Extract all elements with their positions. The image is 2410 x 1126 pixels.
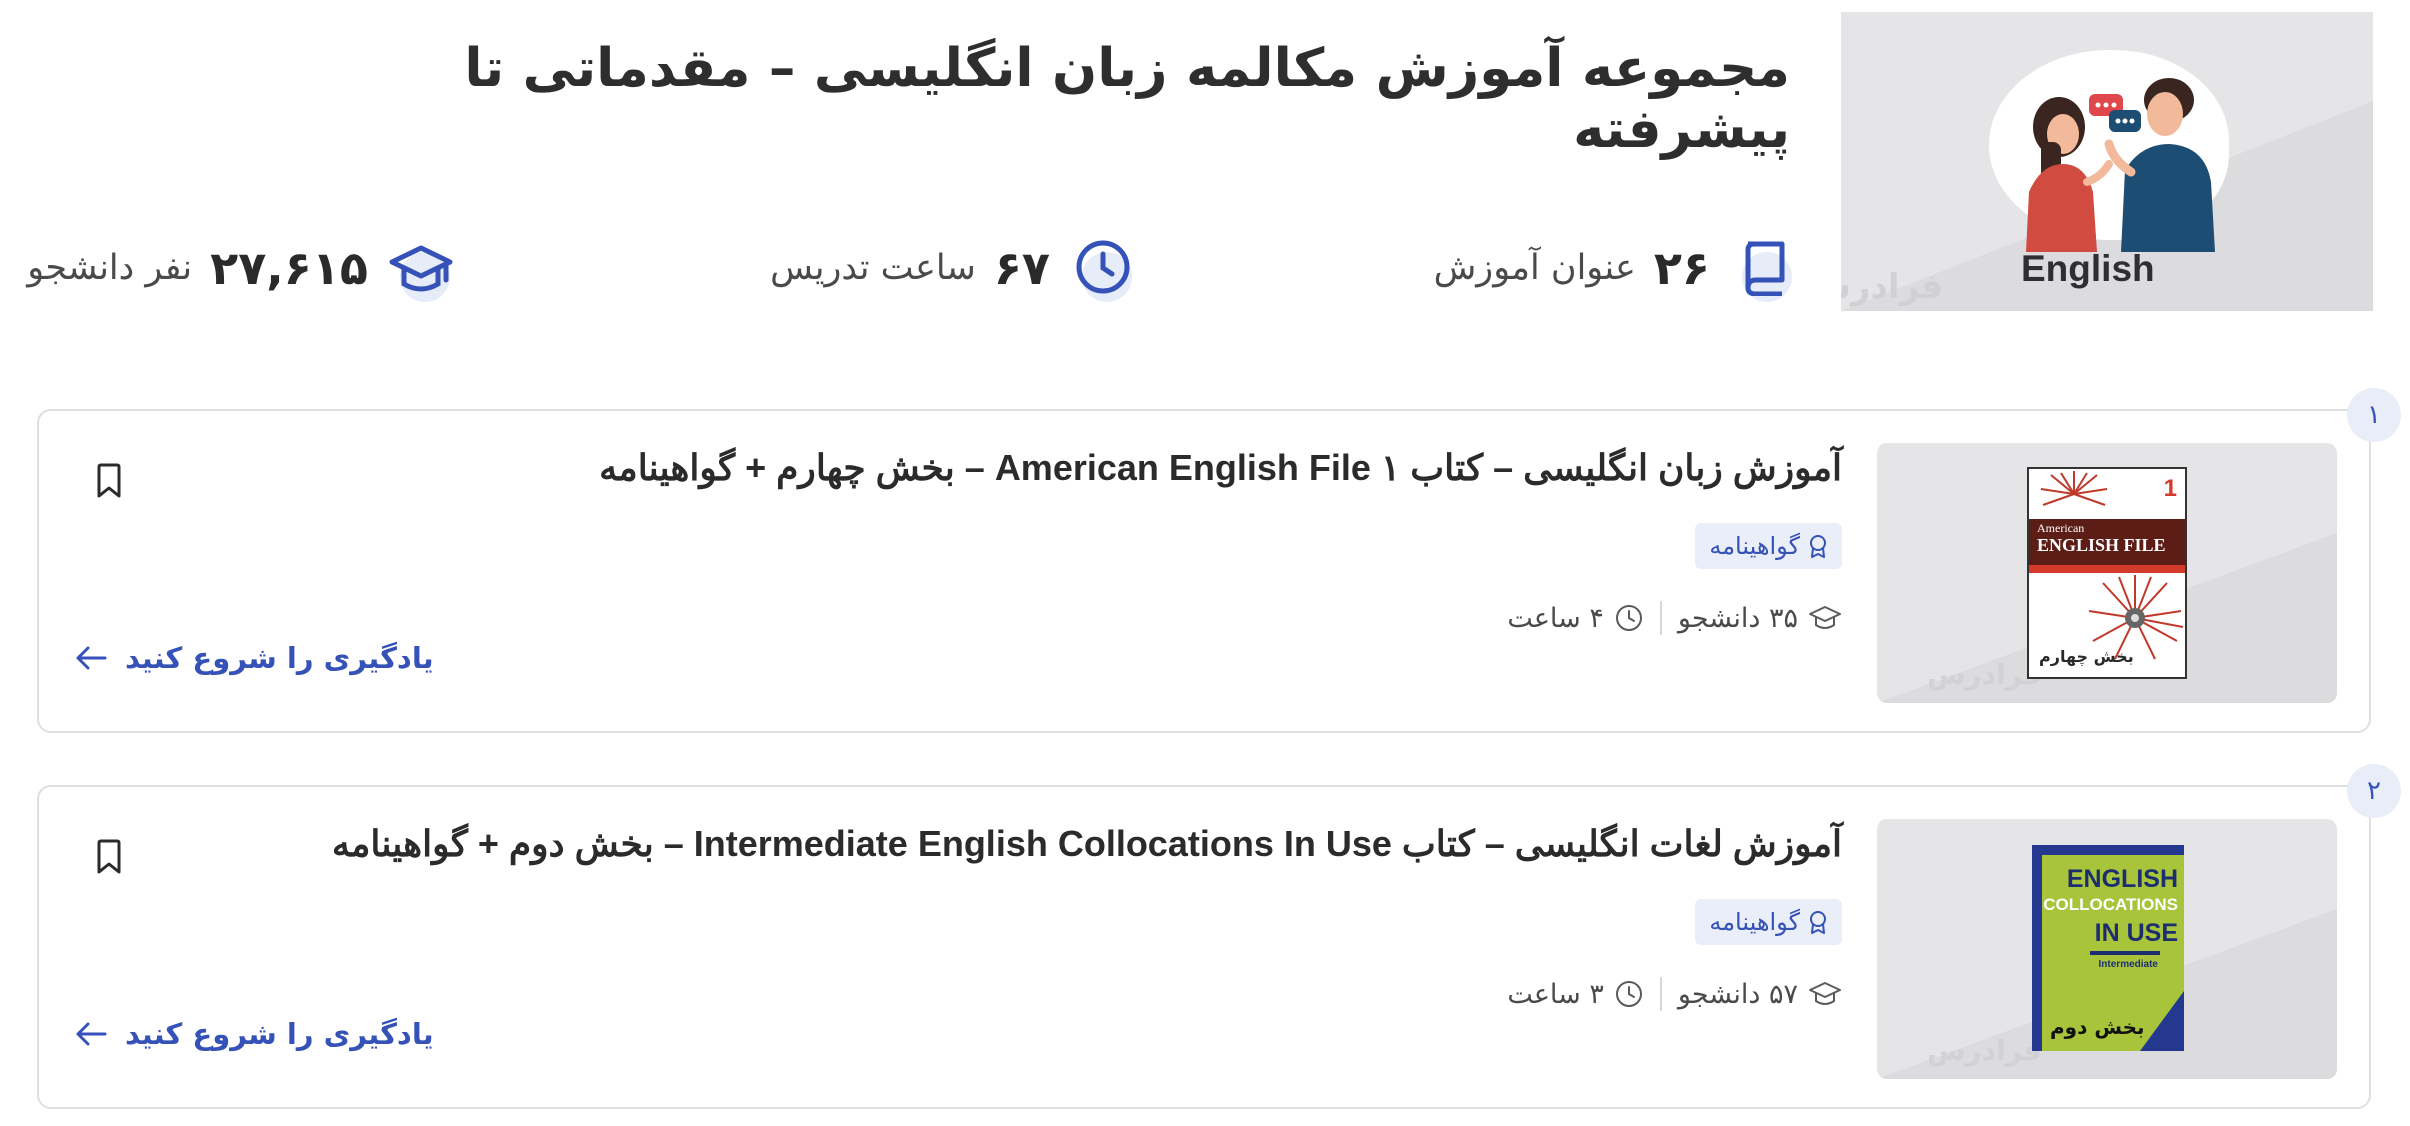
book-cover-collocations-in-use: ENGLISH COLLOCATIONS IN USE Intermediate… [2032,845,2184,1051]
start-learning-link[interactable]: یادگیری را شروع کنید [75,641,434,675]
student-count: ۳۵ دانشجو [1677,602,1798,634]
course-card[interactable]: فرادرس 1 American ENGLISH FILE بخش چهارم… [37,409,2371,733]
start-learning-label: یادگیری را شروع کنید [125,641,434,675]
conversation-illustration [2026,78,2215,252]
certificate-icon [1810,535,1826,558]
student-count: ۵۷ دانشجو [1677,978,1798,1010]
bookmark-icon[interactable] [95,463,123,503]
course-meta: ۳۵ دانشجو ۴ ساعت [1507,593,1842,643]
course-duration: ۴ ساعت [1507,602,1604,634]
stat-hours-label: ساعت تدریس [770,248,976,288]
hero-english-label: English [2021,248,2155,289]
book-part-label: بخش چهارم [2039,647,2134,666]
book-line1: ENGLISH [2066,865,2178,893]
certificate-label: گواهینامه [1709,908,1800,936]
bookmark-icon[interactable] [95,839,123,879]
arrow-left-icon [76,646,107,670]
duration-clock-icon [1615,605,1642,631]
certificate-icon [1810,911,1826,934]
book-line3: IN USE [2094,919,2178,947]
stat-students-label: نفر دانشجو [27,248,193,288]
duration-clock-icon [1615,981,1642,1007]
thumbnail-watermark: فرادرس [1927,658,2042,691]
collection-hero-image: فرادرس English [1841,12,2373,311]
course-thumbnail[interactable]: فرادرس 1 American ENGLISH FILE بخش چهارم [1877,443,2337,703]
course-card[interactable]: فرادرس ENGLISH COLLOCATIONS IN USE Inter… [37,785,2371,1109]
stat-students: ۲۷,۶۱۵ نفر دانشجو [27,228,458,308]
student-cap-icon [1809,606,1841,629]
course-title[interactable]: آموزش زبان انگلیسی – کتاب American Engli… [142,447,1842,489]
graduation-cap-icon [386,232,458,304]
book-cover-american-english-file: 1 American ENGLISH FILE بخش چهارم [2027,467,2187,679]
course-thumbnail[interactable]: فرادرس ENGLISH COLLOCATIONS IN USE Inter… [1877,819,2337,1079]
book-part-label: بخش دوم [2050,1015,2145,1039]
book-line2: COLLOCATIONS [2043,895,2178,914]
stat-courses-label: عنوان آموزش [1433,248,1636,288]
stat-hours: ۶۷ ساعت تدریس [770,228,1140,308]
start-learning-link[interactable]: یادگیری را شروع کنید [75,1017,434,1051]
arrow-left-icon [76,1022,107,1046]
thumbnail-watermark: فرادرس [1927,1034,2042,1067]
course-title[interactable]: آموزش لغات انگلیسی – کتاب Intermediate E… [142,823,1842,865]
clock-icon [1068,232,1140,304]
course-index-badge: ۱ [2347,388,2401,442]
course-meta: ۵۷ دانشجو ۳ ساعت [1507,969,1842,1019]
book-line4: Intermediate [2098,959,2158,970]
course-index-badge: ۲ [2347,764,2401,818]
certificate-badge: گواهینامه [1695,523,1842,569]
book-icon [1728,232,1800,304]
book-line2: ENGLISH FILE [2037,535,2166,555]
certificate-badge: گواهینامه [1695,899,1842,945]
book-line1: American [2037,521,2085,535]
course-duration: ۳ ساعت [1507,978,1604,1010]
page-title: مجموعه آموزش مکالمه زبان انگلیسی – مقدما… [464,38,1790,160]
start-learning-label: یادگیری را شروع کنید [125,1017,434,1051]
certificate-label: گواهینامه [1709,532,1800,560]
stat-students-number: ۲۷,۶۱۵ [210,241,368,295]
stat-hours-number: ۶۷ [993,241,1050,295]
hero-watermark: فرادرس [1841,267,1943,307]
stat-courses: ۲۶ عنوان آموزش [1434,228,1800,308]
book-number: 1 [2163,475,2177,502]
stat-courses-number: ۲۶ [1653,241,1710,295]
student-cap-icon [1809,982,1841,1005]
